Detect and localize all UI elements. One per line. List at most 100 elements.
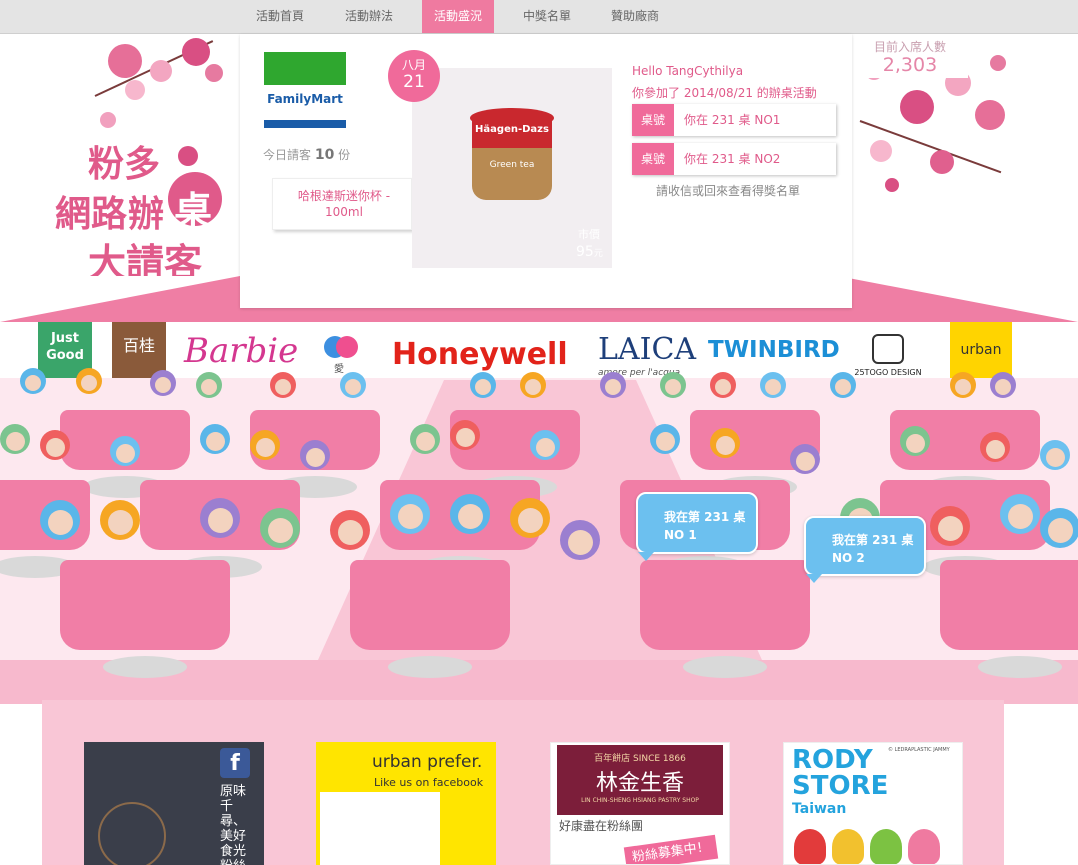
seat-bubble-2: 我在第 231 桌 NO 2: [804, 516, 926, 583]
seat-ticket-2: 桌號 你在 231 桌 NO2: [632, 143, 836, 175]
familymart-logo: FamilyMart: [264, 52, 346, 128]
sponsor-twinbird[interactable]: TWINBIRD: [708, 322, 840, 380]
treat-count: 今日請客 10 份: [263, 147, 351, 163]
tile-3-promo: 粉絲募集中！: [623, 834, 719, 864]
guest-face: [937, 515, 963, 541]
guest-face: [955, 379, 971, 395]
date-day: 21: [403, 72, 425, 92]
price-label: 市價: [578, 228, 600, 241]
tile-4-title: RODY: [792, 745, 873, 775]
tile-2-image: [320, 792, 440, 865]
logo-figure-icon: [178, 146, 198, 166]
guest-face: [655, 431, 675, 451]
guest-face: [605, 379, 621, 395]
tile-4-corner: © LEDRAPLASTIC JAMMY: [888, 747, 950, 753]
prize-card: 哈根達斯迷你杯 - 100ml: [272, 178, 412, 230]
guest-face: [345, 379, 361, 395]
top-nav: 活動首頁 活動辦法 活動盛況 中獎名單 贊助廠商: [0, 0, 1078, 34]
nav-sponsors[interactable]: 贊助廠商: [596, 0, 674, 33]
guest-face: [47, 509, 73, 535]
seat-ticket-1: 桌號 你在 231 桌 NO1: [632, 104, 836, 136]
date-badge: 八月 21: [388, 50, 440, 102]
table-stand: [978, 656, 1062, 678]
nav-winners[interactable]: 中獎名單: [508, 0, 586, 33]
attendance-label: 目前入席人數: [873, 40, 946, 54]
logo-line2b: 辦: [128, 193, 165, 235]
guest-face: [665, 379, 681, 395]
guest-face: [1047, 517, 1073, 543]
banquet-table: [940, 560, 1078, 650]
tile-1-text: 原味千尋、美好食光粉絲: [220, 784, 247, 865]
guest-face: [535, 437, 555, 457]
tile-3-brand: 林金生香: [595, 771, 684, 796]
stage-corner-left: [0, 276, 240, 322]
guest-face: [397, 503, 423, 529]
user-greeting: Hello TangCythilya: [632, 64, 744, 78]
guest-face: [207, 507, 233, 533]
product-flavor: Green tea: [489, 160, 535, 170]
sponsor-love[interactable]: 愛: [322, 322, 362, 380]
banquet-table: [60, 560, 230, 650]
guest-face: [1007, 503, 1033, 529]
stamp-seal: [98, 802, 166, 865]
tile-2-title: urban prefer.: [372, 752, 483, 772]
guest-face: [455, 427, 475, 447]
product-photo: Häagen-Dazs Green tea 市價 95元: [412, 68, 612, 268]
guest-face: [201, 379, 217, 395]
seat-bubble-1: 我在第 231 桌 NO 1: [636, 492, 758, 561]
guest-face: [45, 437, 65, 457]
guest-face: [415, 431, 435, 451]
sponsor-25togo[interactable]: 25TOGO DESIGN: [852, 322, 924, 380]
guest-face: [795, 451, 815, 471]
price-value: 95元: [576, 244, 603, 260]
guest-face: [305, 447, 325, 467]
fanpage-tile-4[interactable]: RODY STORE Taiwan © LEDRAPLASTIC JAMMY: [783, 742, 963, 865]
tile-3-caption: 好康盡在粉絲團: [559, 819, 644, 833]
fanpage-tile-2[interactable]: urban prefer. Like us on facebook: [316, 742, 496, 865]
banquet-table: [350, 560, 510, 650]
date-month: 八月: [401, 58, 426, 72]
guest-face: [5, 431, 25, 451]
guest-face: [205, 431, 225, 451]
attendance-box: 目前入席人數 2,303: [852, 34, 968, 78]
fanpage-tile-3[interactable]: 百年餅店 SINCE 1866 林金生香 LIN CHIN-SHENG HSIA…: [550, 742, 730, 865]
sponsor-strip: Just Good 百桂 Barbie 愛 Honeywell LAICA amo…: [26, 322, 1024, 380]
attendance-count: 2,303: [882, 54, 938, 76]
guest-face: [267, 517, 293, 543]
guest-face: [985, 439, 1005, 459]
tile-4-sub: Taiwan: [792, 801, 847, 817]
tile-2-sub: Like us on facebook: [374, 776, 484, 789]
tile-3-en: LIN CHIN-SHENG HSIANG PASTRY SHOP: [581, 797, 699, 804]
tile-3-top: 百年餅店 SINCE 1866: [594, 754, 686, 764]
guest-face: [475, 379, 491, 395]
guest-face: [337, 519, 363, 545]
logo-line2a: 網路: [55, 193, 128, 235]
guest-face: [275, 379, 291, 395]
guest-face: [1045, 447, 1065, 467]
nav-rules[interactable]: 活動辦法: [330, 0, 408, 33]
guest-face: [995, 379, 1011, 395]
guest-face: [567, 529, 593, 555]
user-joined: 你參加了 2014/08/21 的辦桌活動: [632, 86, 817, 100]
guest-face: [255, 437, 275, 457]
facebook-icon: f: [220, 748, 250, 778]
guest-face: [155, 377, 171, 393]
logo-line2c: 桌: [174, 188, 213, 233]
guest-face: [457, 503, 483, 529]
guest-face: [115, 443, 135, 463]
guest-face: [107, 509, 133, 535]
table-stand: [103, 656, 187, 678]
guest-face: [835, 379, 851, 395]
prize-name: 哈根達斯迷你杯 - 100ml: [297, 189, 391, 219]
guest-face: [517, 507, 543, 533]
product-brand: Häagen-Dazs: [475, 124, 549, 135]
guest-face: [81, 375, 97, 391]
fanpage-tile-1[interactable]: f 原味千尋、美好食光粉絲: [84, 742, 264, 865]
tile-4-title2: STORE: [792, 771, 889, 801]
guest-face: [25, 375, 41, 391]
guest-face: [715, 379, 731, 395]
guest-face: [715, 435, 735, 455]
nav-highlights[interactable]: 活動盛況: [422, 0, 494, 33]
nav-home[interactable]: 活動首頁: [240, 0, 320, 33]
table-stand: [388, 656, 472, 678]
